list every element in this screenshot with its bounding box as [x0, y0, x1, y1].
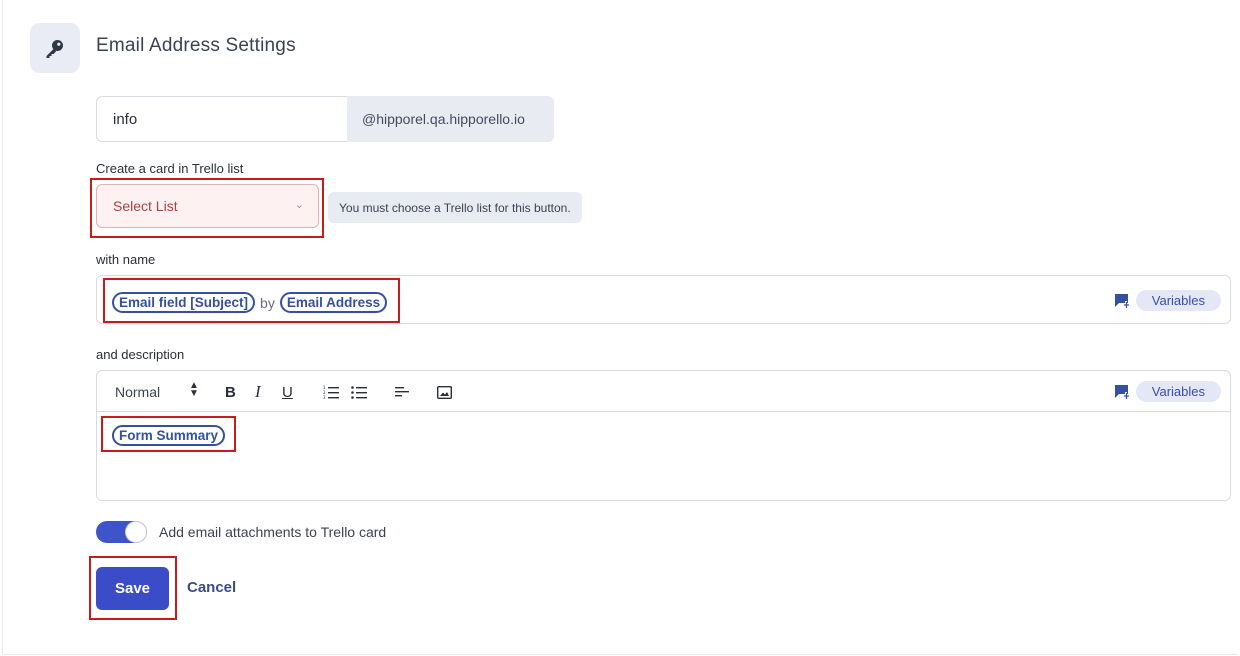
- email-local-part-input[interactable]: [96, 96, 347, 142]
- text-style-select[interactable]: Normal: [115, 382, 160, 402]
- ordered-list-icon[interactable]: 1 2 3: [323, 382, 339, 402]
- insert-variable-icon[interactable]: [1114, 384, 1130, 400]
- description-variables-button[interactable]: Variables: [1135, 381, 1221, 402]
- trello-list-select-value: Select List: [113, 198, 178, 214]
- save-button[interactable]: Save: [96, 567, 169, 610]
- underline-button[interactable]: U: [282, 382, 293, 402]
- svg-text:3: 3: [323, 395, 326, 399]
- bullet-list-icon[interactable]: [351, 382, 367, 402]
- trello-list-label: Create a card in Trello list: [96, 161, 244, 176]
- attachments-label: Add email attachments to Trello card: [159, 524, 387, 540]
- key-icon: [30, 23, 80, 73]
- chevron-down-icon: ⌄: [294, 199, 304, 211]
- page-title: Email Address Settings: [96, 35, 296, 56]
- trello-list-select[interactable]: Select List ⌄: [96, 184, 319, 228]
- description-editor[interactable]: Normal ▲ ▼ B I U 1 2 3 Variables Form Su…: [96, 370, 1231, 501]
- italic-button[interactable]: I: [255, 382, 261, 402]
- trello-list-warning: You must choose a Trello list for this b…: [328, 192, 582, 223]
- with-name-label: with name: [96, 252, 156, 267]
- description-label: and description: [96, 347, 185, 362]
- insert-variable-icon[interactable]: [1114, 293, 1130, 309]
- editor-toolbar: Normal ▲ ▼ B I U 1 2 3 Variables: [97, 371, 1230, 412]
- cancel-button[interactable]: Cancel: [187, 579, 236, 596]
- settings-panel: Email Address Settings @hipporel.qa.hipp…: [2, 0, 1238, 655]
- sort-arrows-icon[interactable]: ▲ ▼: [189, 381, 199, 402]
- image-icon[interactable]: [437, 382, 452, 402]
- attachments-toggle[interactable]: [96, 521, 147, 543]
- toggle-knob: [125, 521, 147, 543]
- description-variables-area: Variables: [1114, 381, 1221, 402]
- highlight-box: [103, 278, 400, 323]
- bold-button[interactable]: B: [225, 382, 236, 402]
- email-domain-suffix: @hipporel.qa.hipporello.io: [347, 96, 554, 142]
- highlight-box: [101, 416, 236, 452]
- align-left-icon[interactable]: [395, 382, 409, 402]
- email-address-group: @hipporel.qa.hipporello.io: [96, 96, 554, 142]
- name-variables-area: Variables: [1114, 290, 1221, 311]
- name-variables-button[interactable]: Variables: [1135, 290, 1221, 311]
